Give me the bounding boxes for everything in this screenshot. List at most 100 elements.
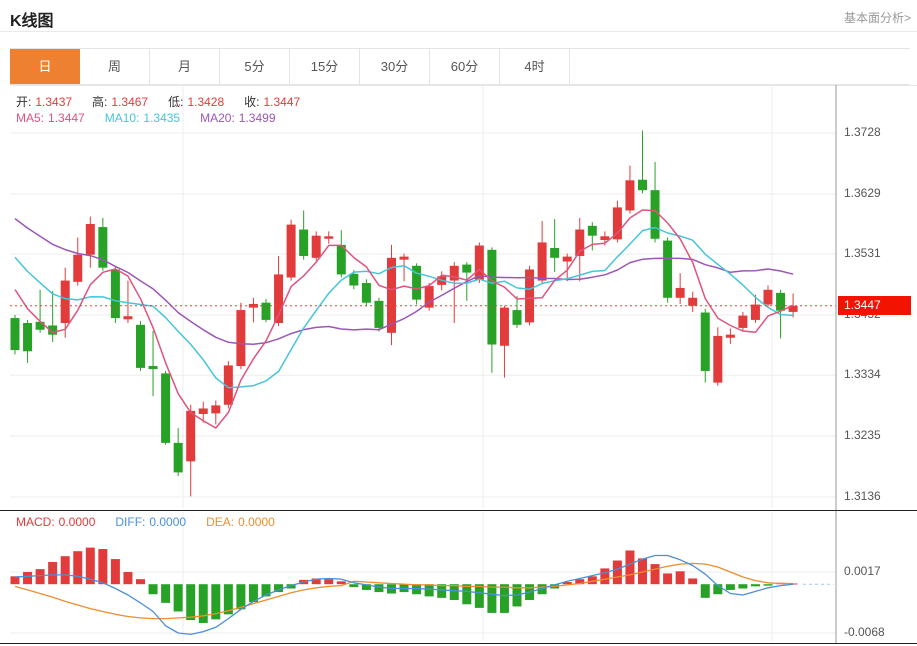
candle [500, 306, 509, 378]
legend-item: MA5: 1.3447 [16, 111, 89, 125]
candle [726, 329, 735, 344]
candle [249, 298, 258, 323]
candle [136, 321, 145, 371]
candle-body [513, 310, 522, 325]
macd-hist-bar [764, 584, 773, 585]
candle-body [613, 207, 622, 239]
macd-hist-bar [123, 572, 132, 584]
candle-body [550, 248, 559, 258]
macd-hist-bar [337, 581, 346, 584]
macd-hist-bar [613, 561, 622, 585]
macd-hist-bar [425, 584, 434, 596]
candle [236, 303, 245, 369]
candle-body [324, 236, 333, 238]
page-title: K线图 [10, 7, 54, 31]
macd-hist-bar [199, 584, 208, 623]
macd-hist-bar [11, 576, 20, 584]
candle [287, 220, 296, 281]
candle-body [625, 180, 634, 210]
candle-body [688, 298, 697, 306]
macd-hist-bar [236, 584, 245, 609]
price-axis-label: 1.3629 [844, 186, 881, 200]
candle [23, 320, 32, 363]
candle-body [400, 257, 409, 260]
candle-body [713, 336, 722, 383]
candle [701, 309, 710, 383]
candle [713, 327, 722, 385]
tab-周[interactable]: 周 [80, 49, 150, 84]
tab-15分[interactable]: 15分 [290, 49, 360, 84]
candle-body [86, 224, 95, 255]
legend-item: MA10:1.3435 [105, 111, 184, 125]
interval-tabbar: 日周月5分15分30分60分4时 [10, 48, 910, 85]
macd-hist-bar [663, 573, 672, 584]
legend-value: 1.3428 [187, 95, 224, 109]
candle-body [362, 283, 371, 303]
kline-chart-canvas[interactable] [0, 85, 917, 646]
macd-hist-bar [349, 584, 358, 587]
macd-hist-bar [726, 584, 735, 590]
diff-line [15, 556, 793, 635]
candle-body [312, 236, 321, 258]
legend-label: MACD: [16, 515, 55, 529]
macd-hist-bar [676, 571, 685, 584]
legend-value: 1.3467 [111, 95, 148, 109]
macd-hist-bar [174, 584, 183, 611]
macd-legend: MACD:0.0000DIFF:0.0000DEA:0.0000 [16, 515, 295, 529]
legend-item: MA20:1.3499 [200, 111, 279, 125]
candle-body [487, 250, 496, 345]
tab-月[interactable]: 月 [150, 49, 220, 84]
tab-日[interactable]: 日 [10, 49, 80, 84]
fundamental-analysis-link[interactable]: 基本面分析> [844, 9, 911, 26]
legend-label: 高: [92, 95, 107, 109]
tab-60分[interactable]: 60分 [430, 49, 500, 84]
candle [387, 245, 396, 345]
candle-body [111, 269, 120, 318]
candle [625, 166, 634, 214]
candle-body [149, 366, 158, 369]
candle-body [563, 257, 572, 262]
candle [362, 279, 371, 306]
legend-value: 0.0000 [59, 515, 96, 529]
tab-5分[interactable]: 5分 [220, 49, 290, 84]
candle-body [764, 290, 773, 305]
candle [337, 230, 346, 277]
legend-value: 1.3447 [263, 95, 300, 109]
legend-item: 收:1.3447 [244, 95, 304, 109]
candle [48, 291, 57, 342]
candle [688, 292, 697, 312]
page-header: K线图 基本面分析> [0, 0, 917, 32]
candle [450, 262, 459, 323]
macd-hist-bar [487, 584, 496, 613]
candle-body [199, 408, 208, 414]
candle-body [500, 308, 509, 346]
legend-value: 1.3437 [35, 95, 72, 109]
candle [676, 273, 685, 304]
legend-value: 1.3447 [48, 111, 85, 125]
candle [525, 266, 534, 326]
candle-body [738, 316, 747, 328]
ma-legend: MA5: 1.3447 MA10:1.3435 MA20:1.3499 [16, 111, 296, 125]
candle-body [174, 443, 183, 473]
ma10-line [15, 228, 793, 388]
ohlc-legend: 开: 1.3437 高: 1.3467 低:1.3428 收:1.3447 [16, 93, 320, 110]
macd-hist-bar [73, 551, 82, 584]
candle [412, 263, 421, 304]
legend-item: 低:1.3428 [168, 95, 228, 109]
macd-hist-bar [500, 584, 509, 613]
candle-body [600, 236, 609, 240]
legend-label: 开: [16, 95, 31, 109]
candle-body [663, 241, 672, 298]
candle [174, 428, 183, 476]
candle-body [23, 323, 32, 351]
macd-hist-bar [651, 564, 660, 584]
candle-body [475, 246, 484, 280]
legend-label: MA5: [16, 111, 44, 125]
tab-30分[interactable]: 30分 [360, 49, 430, 84]
candle-body [287, 225, 296, 278]
macd-hist-bar [600, 568, 609, 584]
candle-body [349, 274, 358, 286]
legend-label: MA10: [105, 111, 140, 125]
macd-hist-bar [161, 584, 170, 603]
tab-4时[interactable]: 4时 [500, 49, 570, 84]
